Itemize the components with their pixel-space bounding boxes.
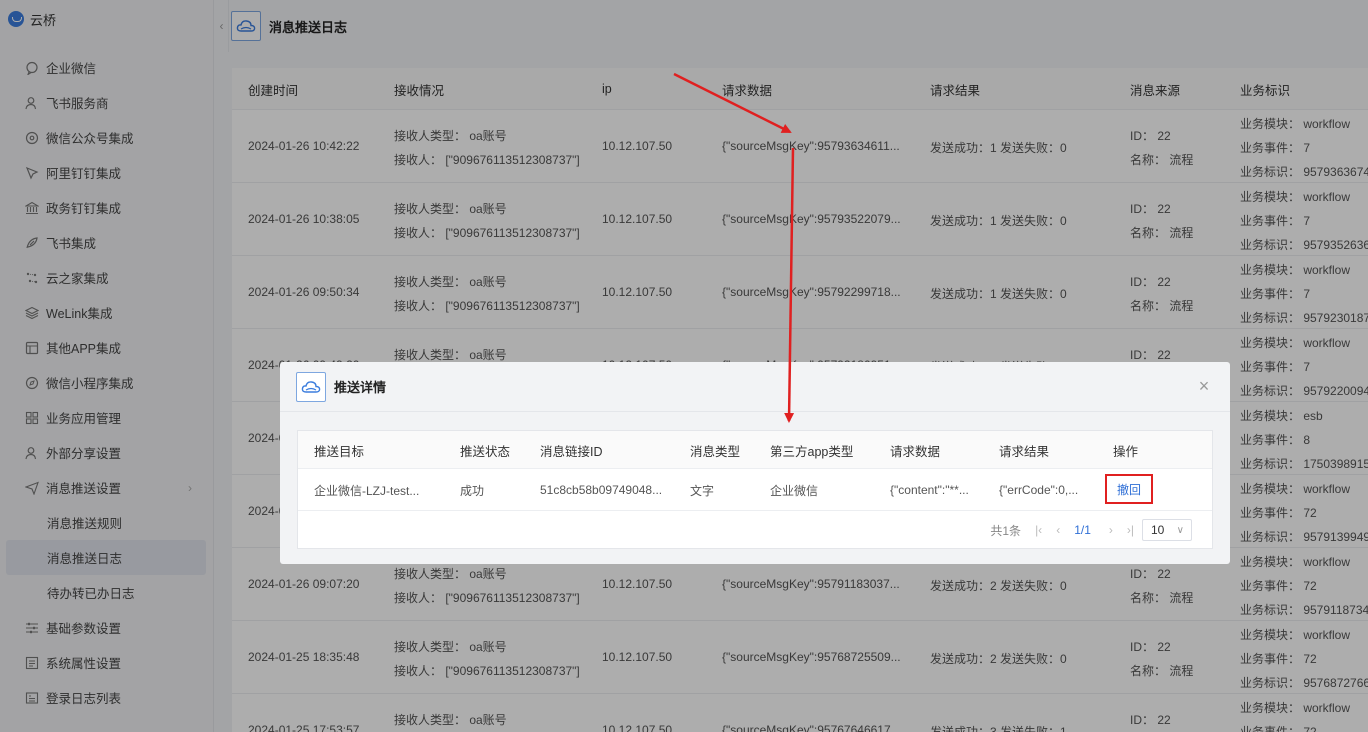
modal-column-header: 请求数据 <box>890 444 941 459</box>
modal-cloud-icon <box>296 371 326 402</box>
push-detail-modal: 推送详情 × 推送目标 推送状态 消息链接ID 消息类型 第三方app类型 请求数据 请求结… <box>280 362 1230 564</box>
page-size-value: 10 <box>1151 523 1165 537</box>
push-target: 企业微信-LZJ-test... <box>314 483 420 498</box>
modal-column-header: 推送目标 <box>314 444 365 459</box>
next-page-icon[interactable]: › <box>1109 523 1113 537</box>
modal-column-header: 消息类型 <box>690 444 741 459</box>
table-row: 企业微信-LZJ-test... 成功 51c8cb58b09749048...… <box>298 469 1212 511</box>
modal-column-header: 操作 <box>1113 444 1139 459</box>
close-icon[interactable]: × <box>1196 377 1212 395</box>
modal-table-header <box>298 431 1212 469</box>
message-type: 文字 <box>690 483 715 498</box>
revoke-button[interactable]: 撤回 <box>1105 474 1153 504</box>
page-size-select[interactable]: 10 ∨ <box>1142 519 1192 541</box>
chevron-down-icon: ∨ <box>1176 524 1184 536</box>
push-detail-table: 推送目标 推送状态 消息链接ID 消息类型 第三方app类型 请求数据 请求结果 操作 企业微… <box>297 430 1213 549</box>
modal-column-header: 推送状态 <box>460 444 511 459</box>
total-count: 共1条 <box>990 523 1022 538</box>
first-page-icon[interactable]: |‹ <box>1035 523 1042 537</box>
modal-column-header: 请求结果 <box>999 444 1050 459</box>
request-data: {"content":"**... <box>890 483 969 497</box>
last-page-icon[interactable]: ›| <box>1127 523 1134 537</box>
modal-column-header: 消息链接ID <box>540 444 603 459</box>
modal-header: 推送详情 <box>280 362 1230 412</box>
third-party-app-type: 企业微信 <box>770 483 819 498</box>
request-result: {"errCode":0,... <box>999 483 1079 497</box>
message-link-id: 51c8cb58b09749048... <box>540 483 663 497</box>
push-status: 成功 <box>460 483 485 498</box>
modal-column-header: 第三方app类型 <box>770 444 854 459</box>
page-indicator: 1/1 <box>1074 523 1091 537</box>
prev-page-icon[interactable]: ‹ <box>1056 523 1060 537</box>
pagination: 共1条 |‹ ‹ 1/1 › ›| 10 ∨ <box>990 519 1192 541</box>
modal-title: 推送详情 <box>334 380 387 395</box>
